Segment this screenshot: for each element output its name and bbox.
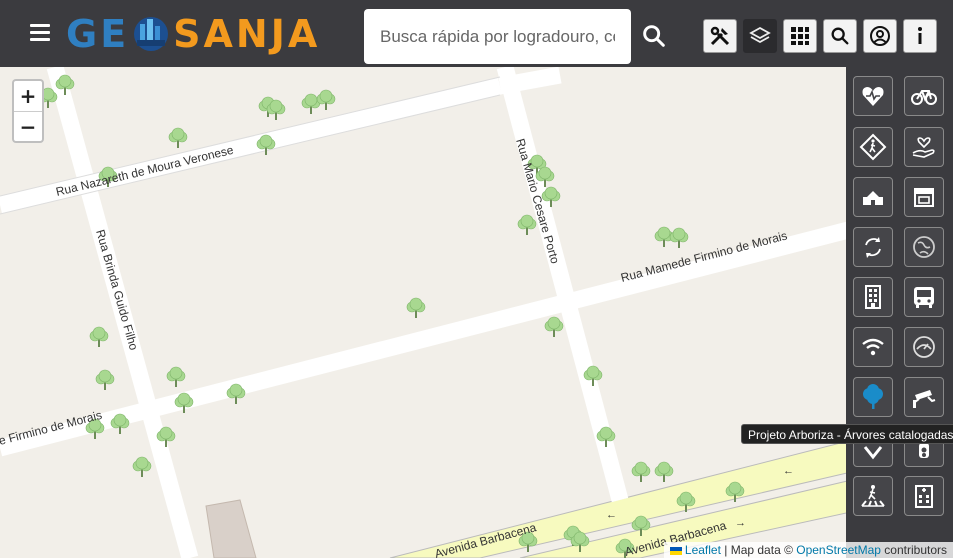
- svg-text:←: ←: [783, 465, 794, 477]
- tree-marker[interactable]: [544, 316, 564, 337]
- wifi-icon: [862, 338, 884, 356]
- app-header: GE SANJA: [0, 0, 953, 67]
- osm-link[interactable]: OpenStreetMap: [796, 543, 881, 557]
- bicycle-icon: [911, 90, 937, 105]
- building-layer-button[interactable]: [853, 177, 893, 217]
- menu-icon[interactable]: [26, 24, 54, 44]
- tree-markers[interactable]: [38, 74, 745, 558]
- health-layer-button[interactable]: [853, 76, 893, 116]
- logo-text-right: SANJA: [173, 12, 321, 56]
- tree-marker[interactable]: [95, 369, 115, 390]
- svg-text:←: ←: [606, 509, 617, 521]
- search-icon: [831, 27, 849, 45]
- tree-marker[interactable]: [132, 456, 152, 477]
- security-camera-icon: [913, 390, 936, 408]
- bus-icon: [914, 287, 934, 308]
- hospital-icon: [915, 485, 933, 508]
- logo-globe-icon: [134, 17, 169, 51]
- attribution-tail: contributors: [880, 543, 947, 557]
- building-icon: [863, 191, 883, 205]
- zoom-in-button[interactable]: +: [14, 81, 42, 111]
- store-icon: [914, 188, 934, 207]
- tree-layer-button[interactable]: [853, 377, 893, 417]
- pedestrian-layer-button[interactable]: [853, 127, 893, 167]
- info-button[interactable]: [903, 19, 937, 53]
- user-icon: [870, 26, 890, 46]
- tree-marker[interactable]: [316, 89, 336, 110]
- cctv-layer-button[interactable]: [904, 377, 944, 417]
- info-icon: [918, 27, 922, 44]
- account-button[interactable]: [863, 19, 897, 53]
- hospital-layer-button[interactable]: [904, 476, 944, 516]
- tree-marker[interactable]: [631, 461, 651, 482]
- tools-icon: [710, 26, 730, 46]
- tree-marker[interactable]: [168, 127, 188, 148]
- tree-marker[interactable]: [89, 326, 109, 347]
- globe-layer-button[interactable]: [904, 227, 944, 267]
- hand-heart-icon: [912, 137, 935, 158]
- svg-text:→: →: [735, 517, 746, 529]
- office-building-icon: [865, 285, 881, 309]
- commerce-layer-button[interactable]: [904, 177, 944, 217]
- layers-icon: [749, 26, 771, 44]
- attribution-text: | Map data ©: [720, 543, 797, 557]
- layers-button[interactable]: [743, 19, 777, 53]
- wifi-layer-button[interactable]: [853, 327, 893, 367]
- social-layer-button[interactable]: [904, 127, 944, 167]
- bus-layer-button[interactable]: [904, 277, 944, 317]
- grid-icon: [791, 27, 809, 45]
- recycling-layer-button[interactable]: [853, 227, 893, 267]
- search-input[interactable]: [364, 9, 631, 64]
- building-shape: [205, 499, 257, 558]
- tree-marker[interactable]: [654, 461, 674, 482]
- crosswalk-icon: [861, 485, 885, 507]
- zoom-control: + −: [12, 79, 44, 143]
- speed-camera-icon: [913, 336, 935, 358]
- recycle-icon: [865, 237, 881, 258]
- logo-text-left: GE: [66, 12, 130, 56]
- crosswalk-layer-button[interactable]: [853, 476, 893, 516]
- grid-button[interactable]: [783, 19, 817, 53]
- tree-icon: [863, 384, 883, 409]
- bike-layer-button[interactable]: [904, 76, 944, 116]
- zoom-out-button[interactable]: −: [14, 111, 42, 141]
- tree-marker[interactable]: [517, 214, 537, 235]
- tree-marker[interactable]: [406, 297, 426, 318]
- ukraine-flag-icon: [669, 546, 682, 555]
- search-icon[interactable]: [640, 22, 668, 50]
- map-attribution: Leaflet | Map data © OpenStreetMap contr…: [663, 542, 953, 558]
- globe-icon: [913, 236, 935, 258]
- leaflet-link[interactable]: Leaflet: [685, 543, 721, 557]
- tree-marker[interactable]: [669, 227, 689, 248]
- pedestrian-sign-icon: [859, 133, 887, 161]
- speed-camera-layer-button[interactable]: [904, 327, 944, 367]
- map-tiles[interactable]: Rua Nazareth de Moura Veronese Rua Mario…: [0, 67, 953, 558]
- map-view[interactable]: Rua Nazareth de Moura Veronese Rua Mario…: [0, 67, 953, 558]
- app-logo: GE SANJA: [66, 12, 320, 56]
- health-heart-icon: [862, 87, 884, 106]
- zoom-search-button[interactable]: [823, 19, 857, 53]
- tools-button[interactable]: [703, 19, 737, 53]
- tree-marker[interactable]: [166, 366, 186, 387]
- tree-layer-tooltip: Projeto Arboriza - Árvores catalogadas: [741, 424, 953, 444]
- public-buildings-layer-button[interactable]: [853, 277, 893, 317]
- quick-search-field[interactable]: [364, 9, 631, 64]
